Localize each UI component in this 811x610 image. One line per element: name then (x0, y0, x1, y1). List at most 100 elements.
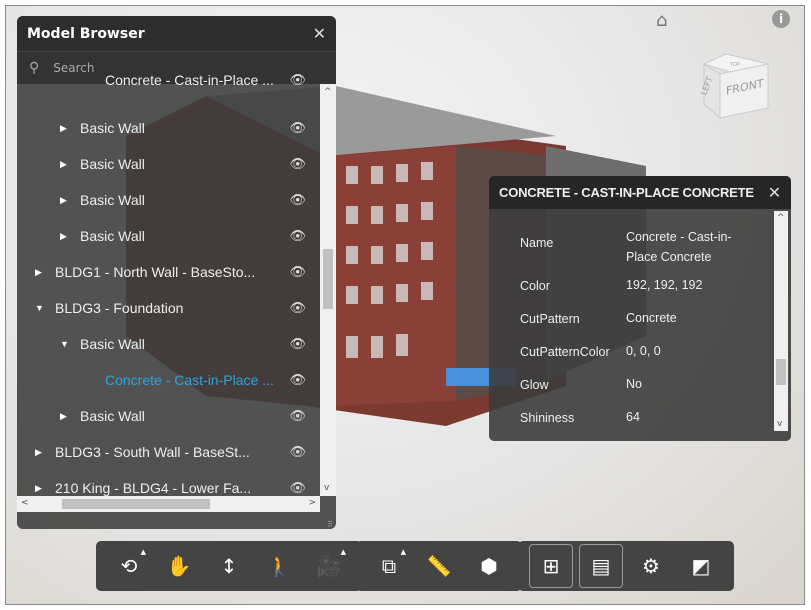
property-value: 64 (626, 410, 640, 424)
toolbar-group: ⊞ ▤ ⚙ ◩ (518, 541, 734, 591)
tree-item[interactable]: ▼ BLDG3 - Foundation 👁 (17, 290, 320, 326)
property-name: Shininess (520, 411, 575, 425)
zoom-button[interactable]: ↕ (204, 544, 254, 588)
visibility-eye-icon[interactable]: 👁 (289, 228, 306, 244)
model-browser-header[interactable]: Model Browser ✕ (17, 16, 336, 51)
model-browser-panel: Model Browser ✕ ⚲ Search Concrete - Cast… (17, 16, 336, 529)
horizontal-scrollbar[interactable]: < > (17, 496, 320, 512)
vertical-scrollbar[interactable]: ^ v (320, 84, 336, 496)
model-browser-title: Model Browser (27, 25, 145, 42)
property-name: Name (520, 236, 554, 250)
info-icon[interactable]: i (772, 10, 790, 28)
home-icon[interactable]: ⌂ (656, 10, 667, 31)
visibility-eye-icon[interactable]: 👁 (289, 444, 306, 460)
first-person-button[interactable]: 🚶 (254, 544, 304, 588)
properties-icon: ▤ (591, 554, 611, 578)
properties-button[interactable]: ▤ (579, 544, 623, 588)
properties-panel: CONCRETE - CAST-IN-PLACE CONCRETE ✕ Name… (489, 176, 791, 441)
tree-item[interactable]: ▶ BLDG1 - North Wall - BaseSto... 👁 (17, 254, 320, 290)
tree-item[interactable]: ▶ Basic Wall 👁 (17, 398, 320, 434)
model-browser-button[interactable]: ⊞ (529, 544, 573, 588)
tree-item[interactable]: Concrete - Cast-in-Place ... 👁 (17, 62, 320, 98)
viewcube-top: TOP (729, 62, 740, 68)
3d-viewport[interactable]: ⌂ i LEFT FRONT TOP Model Browser ✕ ⚲ Sea… (5, 5, 805, 605)
tree-item-label: Basic Wall (80, 408, 145, 424)
visibility-eye-icon[interactable]: 👁 (289, 120, 306, 136)
tree-item-label: Basic Wall (80, 336, 145, 352)
close-icon[interactable]: ✕ (313, 24, 326, 43)
tree-item[interactable]: ▶ Basic Wall 👁 (17, 182, 320, 218)
pan-button[interactable]: ✋ (154, 544, 204, 588)
tree-item-label: Basic Wall (80, 156, 145, 172)
caret-right-icon[interactable]: ▶ (60, 231, 70, 242)
tree-item-label: 210 King - BLDG4 - Lower Fa... (55, 480, 252, 496)
section-button[interactable]: ⧉ ▲ (364, 544, 414, 588)
visibility-eye-icon[interactable]: 👁 (289, 156, 306, 172)
toolbar-group: ⧉ ▲ 📏 ⬢ (356, 541, 522, 591)
property-value: 192, 192, 192 (626, 278, 703, 292)
submenu-arrow-icon[interactable]: ▲ (401, 548, 406, 556)
properties-header[interactable]: CONCRETE - CAST-IN-PLACE CONCRETE ✕ (489, 176, 791, 209)
caret-down-icon[interactable]: ▼ (35, 303, 45, 313)
tree-item[interactable]: ▶ Basic Wall 👁 (17, 146, 320, 182)
explode-button[interactable]: ⬢ (464, 544, 514, 588)
visibility-eye-icon[interactable]: 👁 (289, 192, 306, 208)
visibility-eye-icon[interactable]: 👁 (289, 264, 306, 280)
orbit-button[interactable]: ⟲ ▲ (104, 544, 154, 588)
settings-button[interactable]: ⚙ (626, 544, 676, 588)
explode-icon: ⬢ (480, 554, 498, 578)
submenu-arrow-icon[interactable]: ▲ (141, 548, 146, 556)
tree-item[interactable]: ▼ Basic Wall 👁 (17, 326, 320, 362)
camera-button[interactable]: 🎥 ▲ (304, 544, 354, 588)
first-person-icon: 🚶 (266, 554, 292, 578)
property-name: CutPattern (520, 312, 580, 326)
visibility-eye-icon[interactable]: 👁 (289, 372, 306, 388)
tree-item-label: Concrete - Cast-in-Place ... (105, 72, 274, 88)
pan-icon: ✋ (166, 554, 192, 578)
caret-right-icon[interactable]: ▶ (35, 483, 45, 494)
submenu-arrow-icon[interactable]: ▲ (341, 548, 346, 556)
orbit-icon: ⟲ (120, 554, 138, 578)
close-icon[interactable]: ✕ (768, 183, 781, 203)
tree-item-label: BLDG3 - Foundation (55, 300, 184, 316)
visibility-eye-icon[interactable]: 👁 (289, 336, 306, 352)
tree-item-label: Basic Wall (80, 228, 145, 244)
property-name: CutPatternColor (520, 345, 610, 359)
fullscreen-button[interactable]: ◩ (676, 544, 726, 588)
measure-button[interactable]: 📏 (414, 544, 464, 588)
section-icon: ⧉ (381, 554, 397, 578)
tree-item[interactable]: Concrete - Cast-in-Place ... 👁 (17, 362, 320, 398)
fullscreen-icon: ◩ (691, 554, 711, 578)
tree-item[interactable]: ▶ Basic Wall 👁 (17, 110, 320, 146)
property-name: Color (520, 279, 550, 293)
tree-item[interactable]: ▶ Basic Wall 👁 (17, 218, 320, 254)
caret-right-icon[interactable]: ▶ (60, 159, 70, 170)
property-value: Concrete (626, 311, 677, 325)
property-value: No (626, 377, 642, 391)
visibility-eye-icon[interactable]: 👁 (289, 72, 306, 88)
caret-right-icon[interactable]: ▶ (60, 195, 70, 206)
properties-title: CONCRETE - CAST-IN-PLACE CONCRETE (499, 185, 754, 200)
caret-right-icon[interactable]: ▶ (60, 411, 70, 422)
caret-right-icon[interactable]: ▶ (35, 447, 45, 458)
viewcube[interactable]: LEFT FRONT TOP (696, 46, 774, 126)
caret-right-icon[interactable]: ▶ (60, 123, 70, 134)
tree-item-label: Basic Wall (80, 192, 145, 208)
camera-icon: 🎥 (316, 554, 342, 578)
zoom-icon: ↕ (220, 554, 238, 578)
caret-down-icon[interactable]: ▼ (60, 339, 70, 349)
properties-scrollbar[interactable]: ^ v (774, 211, 788, 431)
visibility-eye-icon[interactable]: 👁 (289, 480, 306, 496)
settings-icon: ⚙ (642, 554, 660, 578)
property-name: Glow (520, 378, 549, 392)
visibility-eye-icon[interactable]: 👁 (289, 300, 306, 316)
tree-item-label: BLDG3 - South Wall - BaseSt... (55, 444, 250, 460)
property-value: 0, 0, 0 (626, 344, 661, 358)
tree-item-label: Concrete - Cast-in-Place ... (105, 372, 274, 388)
tree-item[interactable]: ▶ BLDG3 - South Wall - BaseSt... 👁 (17, 434, 320, 470)
caret-right-icon[interactable]: ▶ (35, 267, 45, 278)
resize-handle[interactable]: ⠿ (327, 520, 333, 529)
measure-icon: 📏 (426, 554, 452, 578)
toolbar-group: ⟲ ▲ ✋ ↕ 🚶 🎥 ▲ (96, 541, 362, 591)
visibility-eye-icon[interactable]: 👁 (289, 408, 306, 424)
